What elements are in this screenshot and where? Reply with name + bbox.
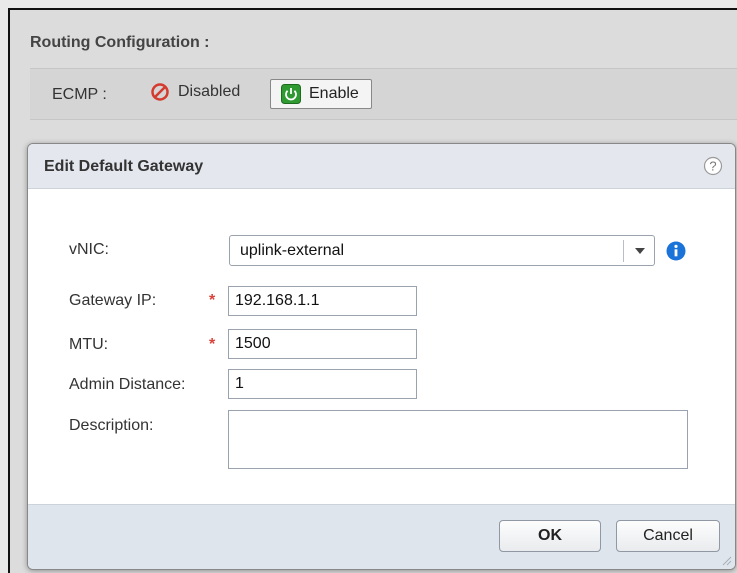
vnic-select[interactable]: uplink-external: [229, 235, 655, 266]
mtu-input[interactable]: [228, 329, 417, 359]
ecmp-status-text: Disabled: [178, 83, 241, 100]
ok-button[interactable]: OK: [499, 520, 601, 552]
admin-distance-input[interactable]: [228, 369, 417, 399]
gateway-ip-input[interactable]: [228, 286, 417, 316]
power-icon: [281, 84, 301, 104]
enable-button-label: Enable: [309, 85, 359, 102]
admin-distance-label: Admin Distance:: [69, 376, 186, 393]
ecmp-label: ECMP :: [52, 86, 107, 103]
ecmp-bar: ECMP : Disabled Enable: [30, 68, 737, 120]
required-asterisk-icon: *: [209, 292, 216, 309]
ecmp-status: Disabled: [150, 82, 240, 102]
description-textarea[interactable]: [228, 410, 688, 469]
chevron-down-icon[interactable]: [635, 248, 645, 254]
mtu-label: MTU:: [69, 336, 109, 353]
dialog-header: Edit Default Gateway ?: [28, 144, 735, 189]
routing-configuration-title: Routing Configuration :: [30, 34, 210, 51]
cancel-button[interactable]: Cancel: [616, 520, 720, 552]
vnic-select-value: uplink-external: [240, 242, 345, 259]
info-icon[interactable]: [666, 241, 686, 261]
vnic-label: vNIC:: [69, 241, 109, 258]
gateway-ip-label: Gateway IP:: [69, 292, 157, 309]
disabled-icon: [151, 83, 169, 101]
resize-grip-icon[interactable]: [720, 554, 732, 566]
svg-text:?: ?: [709, 159, 716, 174]
required-asterisk-icon: *: [209, 336, 216, 353]
help-icon[interactable]: ?: [703, 156, 723, 176]
select-divider: [623, 240, 624, 262]
enable-button[interactable]: Enable: [270, 79, 372, 109]
dialog-title: Edit Default Gateway: [44, 158, 204, 175]
description-label: Description:: [69, 417, 154, 434]
edit-default-gateway-dialog: Edit Default Gateway ? vNIC: uplink-exte…: [27, 143, 736, 570]
